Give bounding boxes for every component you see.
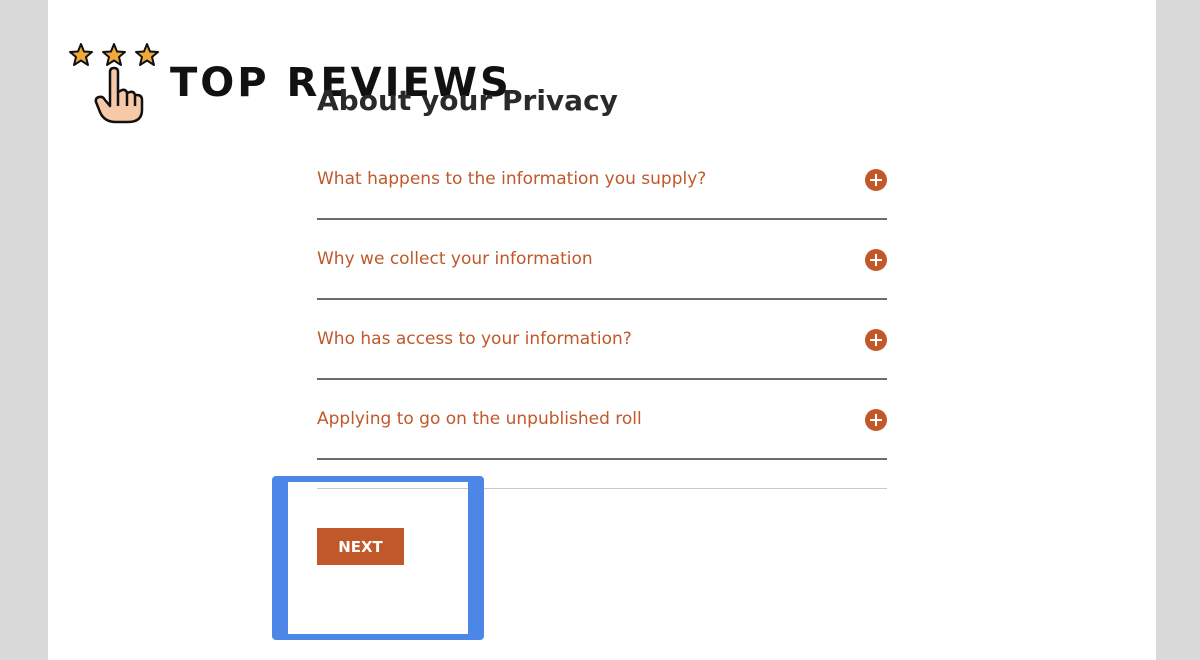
accordion-item-why-collect[interactable]: Why we collect your information bbox=[317, 220, 887, 300]
accordion-item-label: Applying to go on the unpublished roll bbox=[317, 409, 642, 429]
accordion-item-who-has-access[interactable]: Who has access to your information? bbox=[317, 300, 887, 380]
pointing-hand-icon bbox=[94, 66, 144, 124]
page-container: TOP REVIEWS About your Privacy What happ… bbox=[48, 0, 1156, 660]
plus-circle-icon[interactable] bbox=[865, 409, 887, 431]
accordion-item-label: What happens to the information you supp… bbox=[317, 169, 707, 189]
accordion-item-label: Who has access to your information? bbox=[317, 329, 632, 349]
plus-circle-icon[interactable] bbox=[865, 169, 887, 191]
plus-circle-icon[interactable] bbox=[865, 249, 887, 271]
page-title: About your Privacy bbox=[317, 84, 618, 117]
accordion-item-label: Why we collect your information bbox=[317, 249, 593, 269]
highlight-box bbox=[272, 476, 484, 640]
plus-circle-icon[interactable] bbox=[865, 329, 887, 351]
accordion-item-information-supply[interactable]: What happens to the information you supp… bbox=[317, 140, 887, 220]
privacy-accordion: What happens to the information you supp… bbox=[317, 140, 887, 460]
accordion-item-unpublished-roll[interactable]: Applying to go on the unpublished roll bbox=[317, 380, 887, 460]
